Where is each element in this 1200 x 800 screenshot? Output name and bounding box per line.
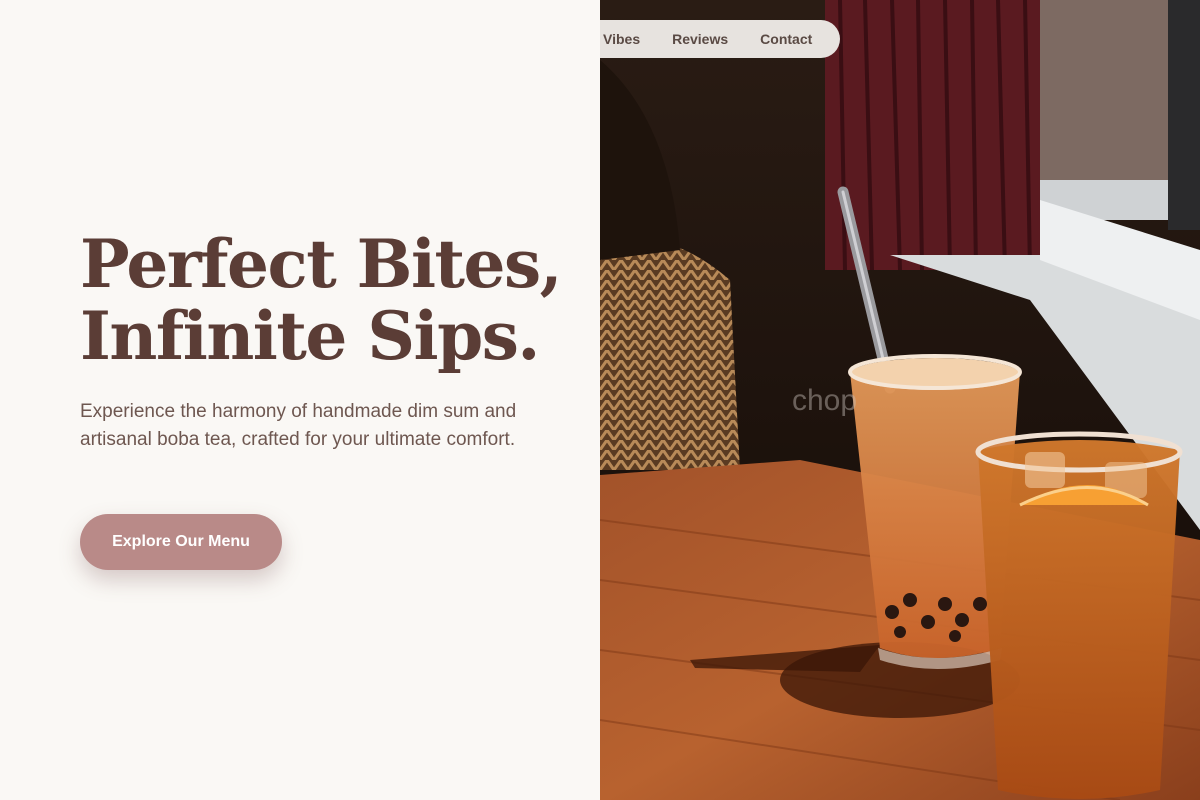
- top-navigation: Vibes Reviews Contact: [600, 20, 840, 58]
- hero-title: Perfect Bites, Infinite Sips.: [80, 228, 580, 372]
- hero-title-line-1: Perfect Bites,: [80, 225, 563, 303]
- hero-subtitle: Experience the harmony of handmade dim s…: [80, 401, 517, 450]
- explore-menu-button[interactable]: Explore Our Menu: [80, 514, 282, 570]
- overlay-watermark-text: chop: [792, 384, 858, 417]
- nav-link-vibes[interactable]: Vibes: [603, 31, 640, 47]
- hero-title-line-2: Infinite Sips.: [80, 297, 540, 375]
- nav-link-contact[interactable]: Contact: [760, 31, 812, 47]
- nav-link-reviews[interactable]: Reviews: [672, 31, 728, 47]
- hero-photo: chop: [600, 0, 1200, 800]
- hero-section: Perfect Bites, Infinite Sips. Experience…: [0, 0, 600, 800]
- boba-drinks-photo: [600, 0, 1200, 800]
